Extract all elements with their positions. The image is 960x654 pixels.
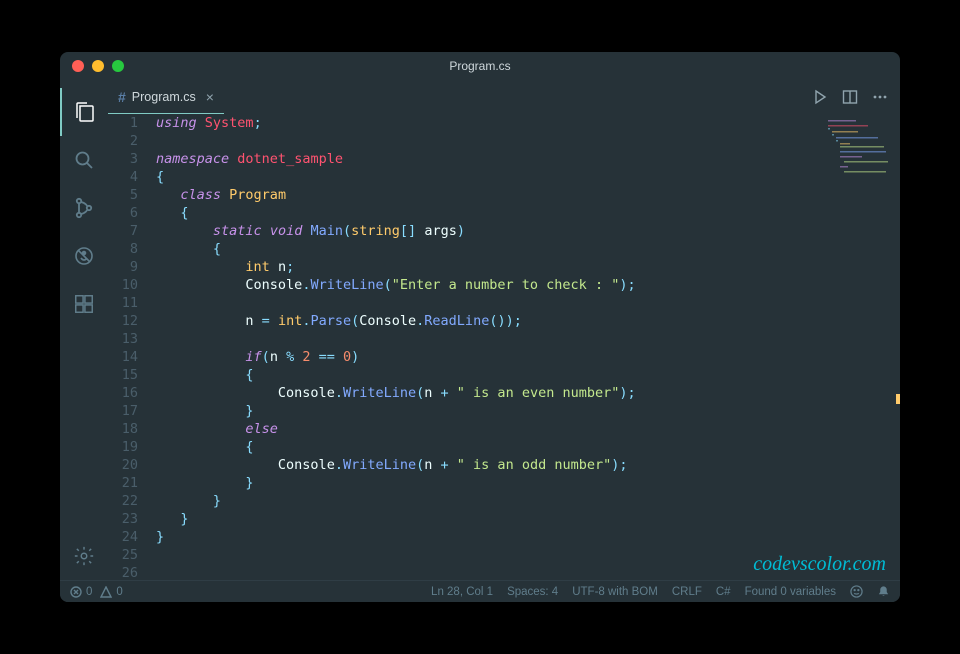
tab-bar: # Program.cs × — [108, 80, 900, 114]
code-editor[interactable]: 1234567891011121314151617181920212223242… — [108, 114, 900, 580]
code-line[interactable]: namespace dotnet_sample — [156, 150, 900, 168]
code-line[interactable]: { — [156, 168, 900, 186]
line-number: 1 — [108, 114, 138, 132]
traffic-lights — [72, 60, 124, 72]
code-line[interactable]: Console.WriteLine(n + " is an even numbe… — [156, 384, 900, 402]
code-line[interactable]: int n; — [156, 258, 900, 276]
debug-icon[interactable] — [60, 232, 108, 280]
line-number: 8 — [108, 240, 138, 258]
main-area: # Program.cs × 1 — [108, 80, 900, 580]
code-line[interactable]: { — [156, 240, 900, 258]
code-line[interactable] — [156, 330, 900, 348]
tab-program-cs[interactable]: # Program.cs × — [108, 80, 224, 114]
source-control-icon[interactable] — [60, 184, 108, 232]
minimize-window-button[interactable] — [92, 60, 104, 72]
scroll-indicator — [896, 394, 900, 404]
code-line[interactable]: { — [156, 204, 900, 222]
line-number: 19 — [108, 438, 138, 456]
search-icon[interactable] — [60, 136, 108, 184]
line-number: 14 — [108, 348, 138, 366]
settings-gear-icon[interactable] — [60, 532, 108, 580]
tab-actions — [812, 80, 900, 114]
code-line[interactable]: else — [156, 420, 900, 438]
fullscreen-window-button[interactable] — [112, 60, 124, 72]
line-number: 6 — [108, 204, 138, 222]
line-number: 10 — [108, 276, 138, 294]
code-line[interactable]: Console.WriteLine(n + " is an odd number… — [156, 456, 900, 474]
line-number: 4 — [108, 168, 138, 186]
line-number: 15 — [108, 366, 138, 384]
csharp-file-icon: # — [118, 89, 126, 105]
window-body: # Program.cs × 1 — [60, 80, 900, 580]
code-line[interactable]: } — [156, 402, 900, 420]
code-line[interactable]: } — [156, 474, 900, 492]
line-number: 2 — [108, 132, 138, 150]
bell-icon[interactable] — [877, 585, 890, 598]
line-number: 12 — [108, 312, 138, 330]
code-line[interactable]: static void Main(string[] args) — [156, 222, 900, 240]
line-number: 5 — [108, 186, 138, 204]
line-number: 24 — [108, 528, 138, 546]
code-line[interactable]: } — [156, 510, 900, 528]
cursor-position[interactable]: Ln 28, Col 1 — [431, 586, 493, 598]
line-number: 17 — [108, 402, 138, 420]
code-line[interactable] — [156, 564, 900, 580]
code-line[interactable]: Console.WriteLine("Enter a number to che… — [156, 276, 900, 294]
titlebar: Program.cs — [60, 52, 900, 80]
code-line[interactable]: { — [156, 438, 900, 456]
editor-window: Program.cs — [60, 52, 900, 602]
explorer-icon[interactable] — [60, 88, 108, 136]
status-bar: 0 0 Ln 28, Col 1 Spaces: 4 UTF-8 with BO… — [60, 580, 900, 602]
close-tab-icon[interactable]: × — [206, 89, 214, 105]
line-number: 21 — [108, 474, 138, 492]
code-line[interactable]: } — [156, 528, 900, 546]
more-actions-icon[interactable] — [872, 89, 888, 105]
activity-bar — [60, 80, 108, 580]
tab-label: Program.cs — [132, 90, 196, 104]
run-icon[interactable] — [812, 89, 828, 105]
encoding-status[interactable]: UTF-8 with BOM — [572, 586, 658, 598]
line-number: 13 — [108, 330, 138, 348]
code-line[interactable] — [156, 294, 900, 312]
variables-status[interactable]: Found 0 variables — [745, 586, 836, 598]
window-title: Program.cs — [60, 59, 900, 73]
language-mode[interactable]: C# — [716, 586, 731, 598]
code-line[interactable]: class Program — [156, 186, 900, 204]
code-line[interactable] — [156, 546, 900, 564]
indentation-status[interactable]: Spaces: 4 — [507, 586, 558, 598]
split-editor-icon[interactable] — [842, 89, 858, 105]
line-number: 9 — [108, 258, 138, 276]
close-window-button[interactable] — [72, 60, 84, 72]
code-line[interactable]: { — [156, 366, 900, 384]
line-number: 11 — [108, 294, 138, 312]
line-number: 7 — [108, 222, 138, 240]
line-number-gutter: 1234567891011121314151617181920212223242… — [108, 114, 156, 580]
eol-status[interactable]: CRLF — [672, 586, 702, 598]
line-number: 3 — [108, 150, 138, 168]
problems-status[interactable]: 0 0 — [70, 586, 123, 598]
code-line[interactable]: if(n % 2 == 0) — [156, 348, 900, 366]
feedback-icon[interactable] — [850, 585, 863, 598]
line-number: 23 — [108, 510, 138, 528]
line-number: 16 — [108, 384, 138, 402]
line-number: 18 — [108, 420, 138, 438]
line-number: 22 — [108, 492, 138, 510]
extensions-icon[interactable] — [60, 280, 108, 328]
code-line[interactable]: using System; — [156, 114, 900, 132]
code-content[interactable]: using System; namespace dotnet_sample{ c… — [156, 114, 900, 580]
code-line[interactable]: } — [156, 492, 900, 510]
code-line[interactable]: n = int.Parse(Console.ReadLine()); — [156, 312, 900, 330]
line-number: 20 — [108, 456, 138, 474]
code-line[interactable] — [156, 132, 900, 150]
line-number: 26 — [108, 564, 138, 580]
line-number: 25 — [108, 546, 138, 564]
